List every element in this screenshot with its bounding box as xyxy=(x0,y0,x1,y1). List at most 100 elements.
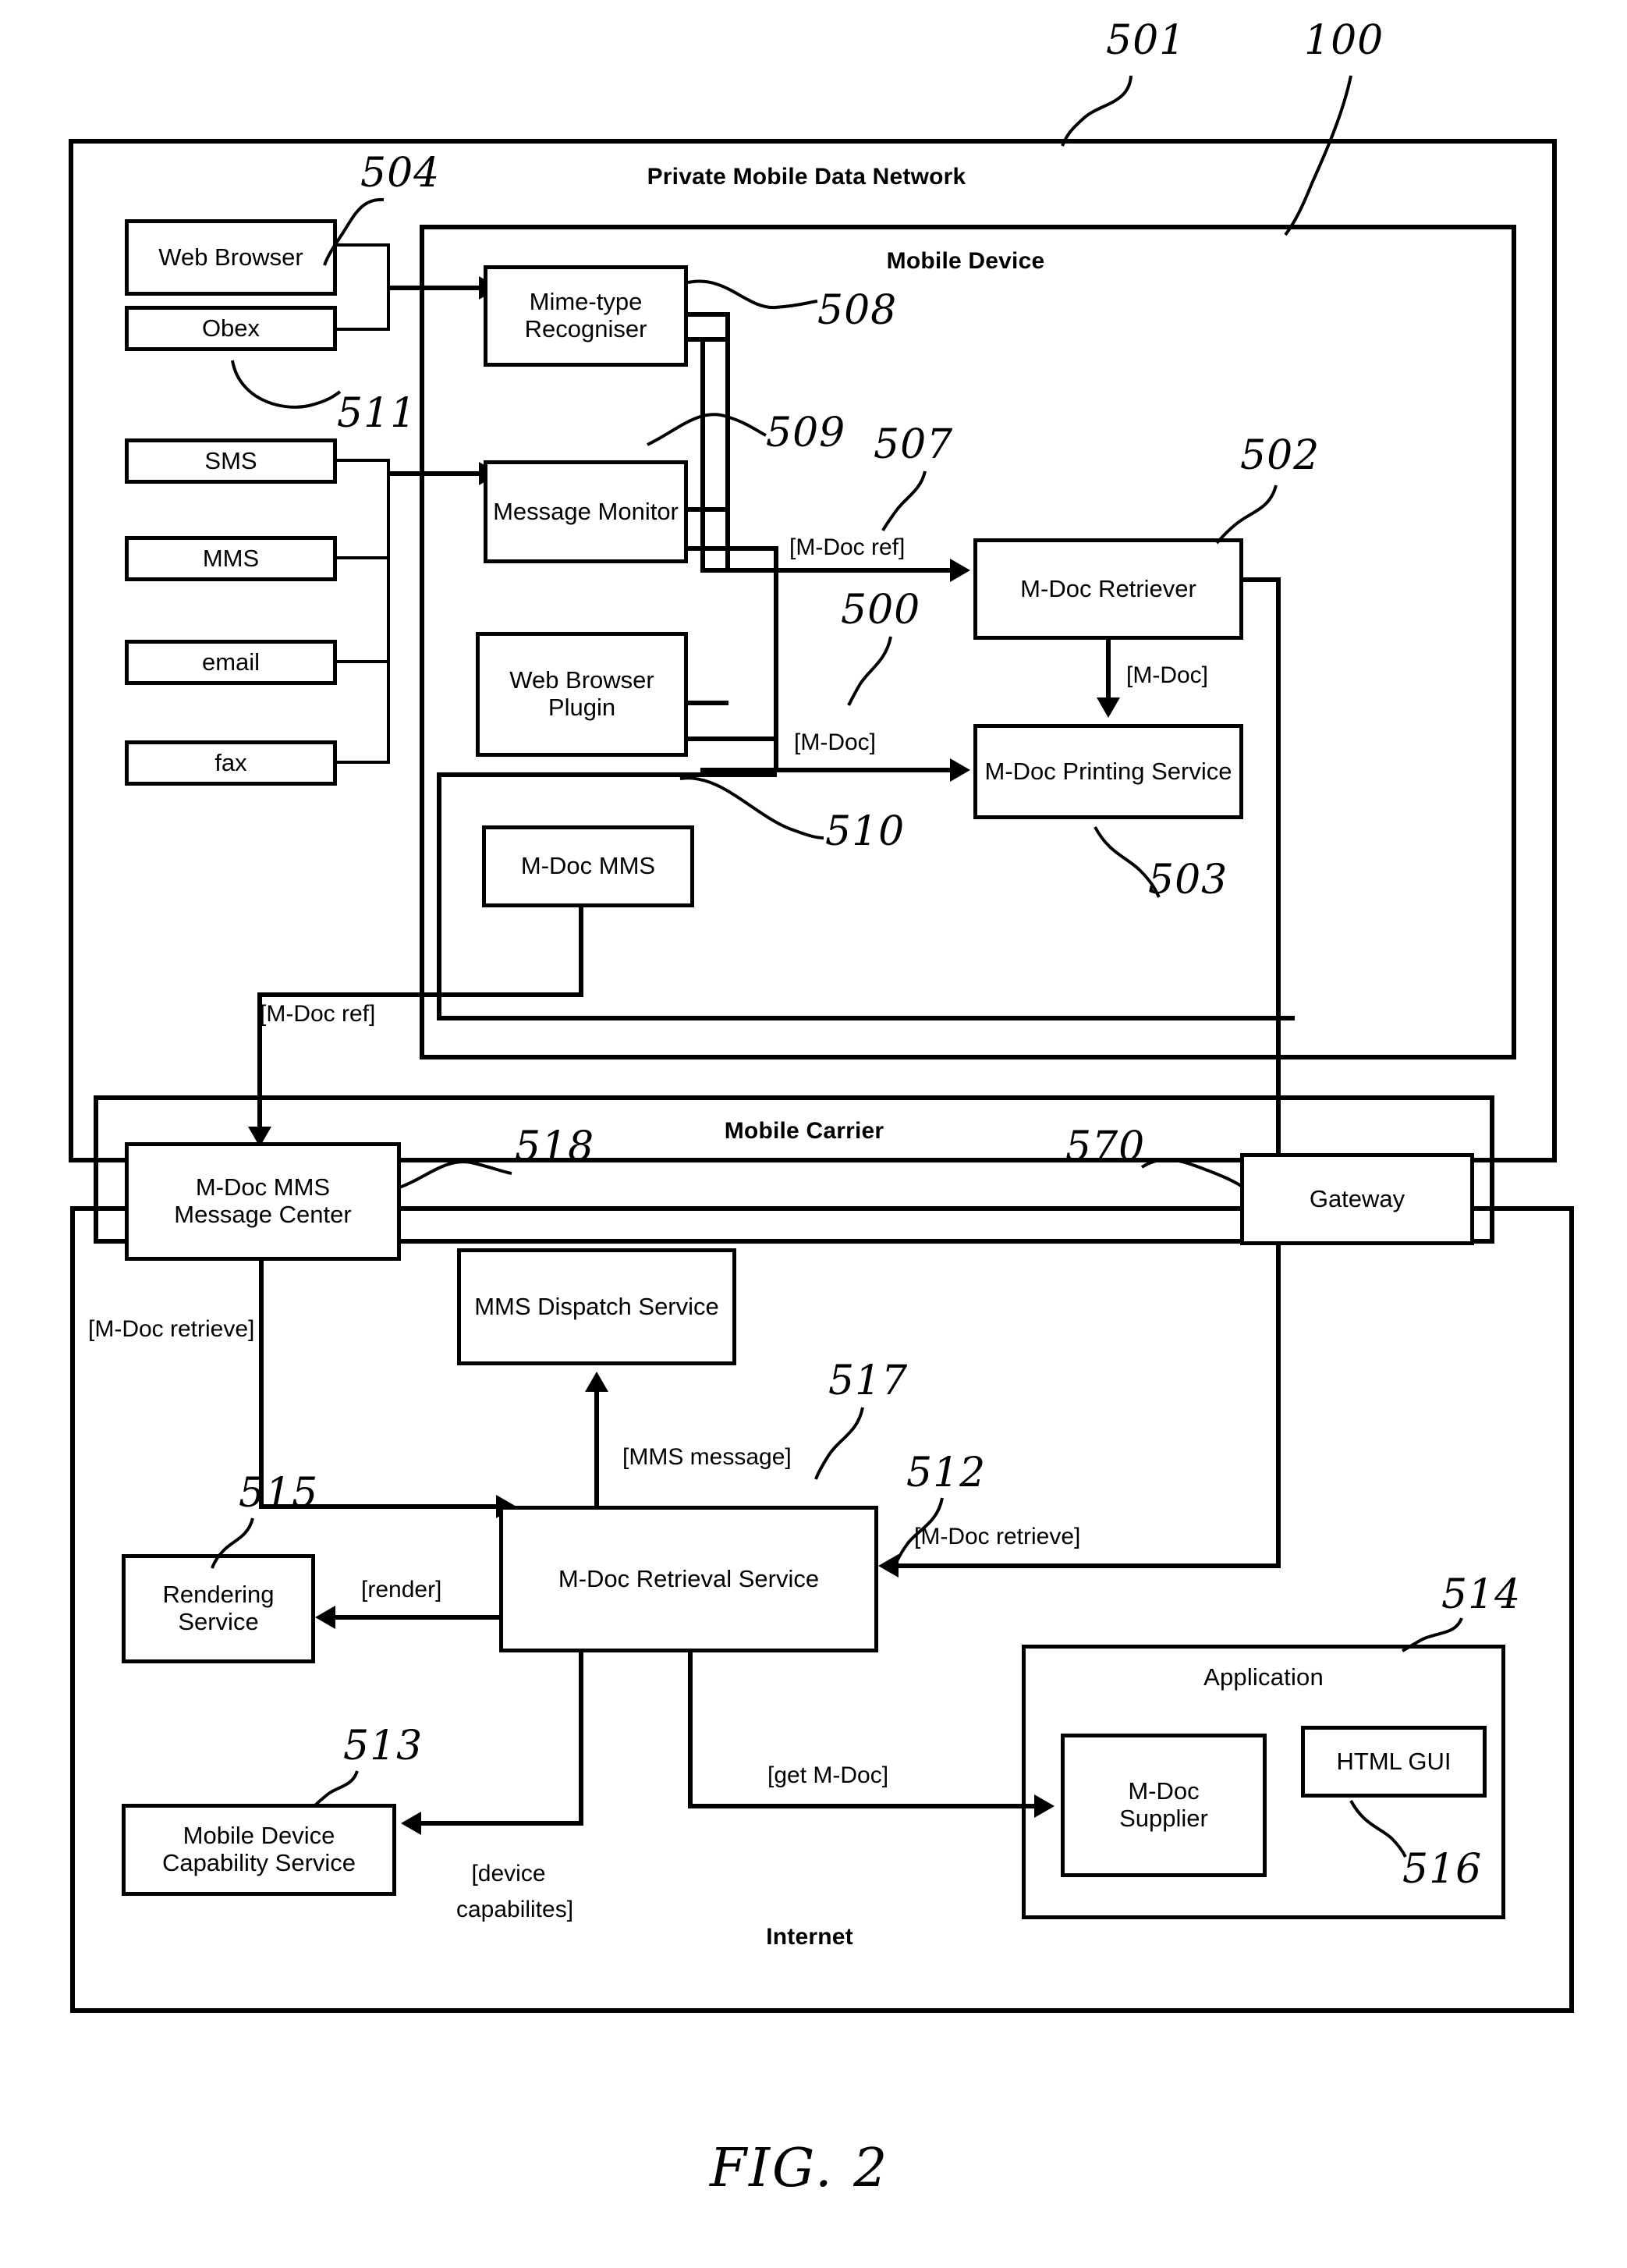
box-obex[interactable]: Obex xyxy=(125,306,337,351)
leader-515 xyxy=(211,1517,254,1569)
frame-title-application: Application xyxy=(1203,1663,1324,1691)
wire-mdocmms-down xyxy=(579,906,583,996)
reference-numeral-500: 500 xyxy=(841,587,921,634)
edge-label-m-doc-device: [M-Doc] xyxy=(794,729,876,755)
leader-516 xyxy=(1349,1800,1407,1858)
box-label-m-doc-mms: M-Doc MMS xyxy=(520,852,656,880)
reference-numeral-502: 502 xyxy=(1240,432,1320,479)
leader-511 xyxy=(231,360,342,409)
box-m-doc-supplier[interactable]: M-Doc Supplier xyxy=(1061,1734,1267,1877)
edge-label-m-doc-retrieve-left: [M-Doc retrieve] xyxy=(88,1316,255,1342)
box-label-m-doc-retriever: M-Doc Retriever xyxy=(1020,574,1196,602)
box-label-fax: fax xyxy=(214,748,247,776)
box-label-mms: MMS xyxy=(202,544,260,572)
leader-501 xyxy=(1061,75,1133,147)
box-mime-type-recogniser[interactable]: Mime-type Recogniser xyxy=(484,265,688,367)
box-sms[interactable]: SMS xyxy=(125,438,337,484)
frame-title-mobile-device: Mobile Device xyxy=(886,248,1045,274)
leader-570 xyxy=(1140,1158,1245,1189)
box-web-browser-plugin[interactable]: Web Browser Plugin xyxy=(476,632,688,757)
box-label-message-monitor: Message Monitor xyxy=(493,497,679,525)
frame-title-mobile-carrier: Mobile Carrier xyxy=(724,1118,884,1144)
wire-devicebus-down xyxy=(437,772,441,1020)
edge-label-device-capabilities-line2: capabilites] xyxy=(455,1897,574,1922)
box-label-web-browser: Web Browser xyxy=(158,243,303,271)
box-email[interactable]: email xyxy=(125,640,337,685)
reference-numeral-508: 508 xyxy=(817,287,898,334)
leader-513 xyxy=(314,1770,359,1807)
edge-label-m-doc-ref-device: [M-Doc ref] xyxy=(789,534,906,560)
wire-to-message-monitor xyxy=(387,471,488,476)
box-m-doc-mms[interactable]: M-Doc MMS xyxy=(482,825,694,907)
leader-500 xyxy=(847,636,892,706)
edge-label-mms-message: [MMS message] xyxy=(622,1444,792,1470)
arrow-retriever-to-printing xyxy=(1097,697,1120,718)
reference-numeral-515: 515 xyxy=(239,1470,319,1517)
wire-msgmon-out-top xyxy=(685,507,728,512)
leader-502 xyxy=(1215,484,1278,545)
box-label-web-browser-plugin: Web Browser Plugin xyxy=(509,666,654,721)
reference-numeral-510: 510 xyxy=(825,808,906,855)
box-mms[interactable]: MMS xyxy=(125,536,337,581)
reference-numeral-501: 501 xyxy=(1106,17,1186,64)
box-label-m-doc-retrieval-service: M-Doc Retrieval Service xyxy=(558,1564,820,1592)
edge-label-m-doc-ref-carrier: [M-Doc ref] xyxy=(260,1001,376,1027)
box-m-doc-retrieval-service[interactable]: M-Doc Retrieval Service xyxy=(499,1506,878,1652)
box-m-doc-mms-message-center[interactable]: M-Doc MMS Message Center xyxy=(125,1142,401,1261)
wire-mms-stub xyxy=(334,556,390,559)
wire-sms-stub xyxy=(334,459,390,462)
box-m-doc-printing-service[interactable]: M-Doc Printing Service xyxy=(973,724,1243,819)
leader-517 xyxy=(814,1407,864,1480)
leader-518 xyxy=(399,1160,512,1189)
box-label-mime-type-recogniser: Mime-type Recogniser xyxy=(524,288,647,343)
wire-email-stub xyxy=(334,660,390,663)
box-label-gateway: Gateway xyxy=(1309,1184,1405,1212)
leader-508 xyxy=(687,279,818,310)
arrow-to-mobile-device-capability-service xyxy=(401,1812,421,1835)
leader-510 xyxy=(679,776,824,839)
arrow-to-mms-dispatch-service xyxy=(585,1372,608,1392)
wire-mime-out-low xyxy=(685,337,730,342)
box-fax[interactable]: fax xyxy=(125,740,337,786)
edge-label-device-capabilities-line1: [device xyxy=(471,1861,546,1886)
arrow-to-m-doc-supplier xyxy=(1034,1794,1055,1818)
arrow-to-m-doc-retriever xyxy=(950,559,970,582)
box-mobile-device-capability-service[interactable]: Mobile Device Capability Service xyxy=(122,1804,396,1896)
box-label-sms: SMS xyxy=(204,446,257,474)
box-label-m-doc-mms-message-center-line2: Message Center xyxy=(174,1201,352,1228)
reference-numeral-512: 512 xyxy=(906,1450,987,1496)
wire-retrieval-down-cap xyxy=(579,1652,583,1826)
arrow-to-m-doc-printing-service xyxy=(950,758,970,782)
edge-label-render: [render] xyxy=(361,1577,442,1603)
leader-509 xyxy=(647,413,767,446)
box-label-obex: Obex xyxy=(201,314,261,342)
reference-numeral-570: 570 xyxy=(1065,1123,1146,1170)
edge-label-m-doc-down: [M-Doc] xyxy=(1126,662,1208,688)
reference-numeral-507: 507 xyxy=(874,421,954,468)
edge-label-get-m-doc: [get M-Doc] xyxy=(767,1762,889,1788)
box-html-gui[interactable]: HTML GUI xyxy=(1301,1726,1487,1798)
leader-100 xyxy=(1284,75,1352,236)
wire-get-mdoc xyxy=(688,1804,1042,1808)
frame-title-internet: Internet xyxy=(766,1924,853,1950)
wire-mdocmms-left xyxy=(257,992,583,997)
box-message-monitor[interactable]: Message Monitor xyxy=(484,460,688,563)
leader-504 xyxy=(323,197,385,266)
wire-fax-stub xyxy=(334,761,390,764)
wire-retrieval-to-rendering xyxy=(335,1615,502,1620)
wire-msg-bus xyxy=(387,459,390,763)
wire-retriever-down xyxy=(1276,577,1281,1568)
wire-devicebus-bottom xyxy=(437,1016,1295,1020)
box-gateway[interactable]: Gateway xyxy=(1240,1153,1474,1245)
box-mms-dispatch-service[interactable]: MMS Dispatch Service xyxy=(457,1248,736,1365)
frame-title-private-mobile-data-network: Private Mobile Data Network xyxy=(647,164,966,190)
box-label-mms-dispatch-service: MMS Dispatch Service xyxy=(474,1292,719,1320)
box-label-mobile-device-capability-service-line2: Capability Service xyxy=(161,1849,356,1876)
box-m-doc-retriever[interactable]: M-Doc Retriever xyxy=(973,538,1243,640)
box-label-email: email xyxy=(201,648,261,676)
leader-512 xyxy=(894,1497,944,1566)
box-label-html-gui: HTML GUI xyxy=(1336,1747,1452,1775)
leader-503 xyxy=(1094,826,1161,898)
wire-obex-stub xyxy=(334,328,390,331)
wire-msgmon-out-low xyxy=(685,546,778,551)
